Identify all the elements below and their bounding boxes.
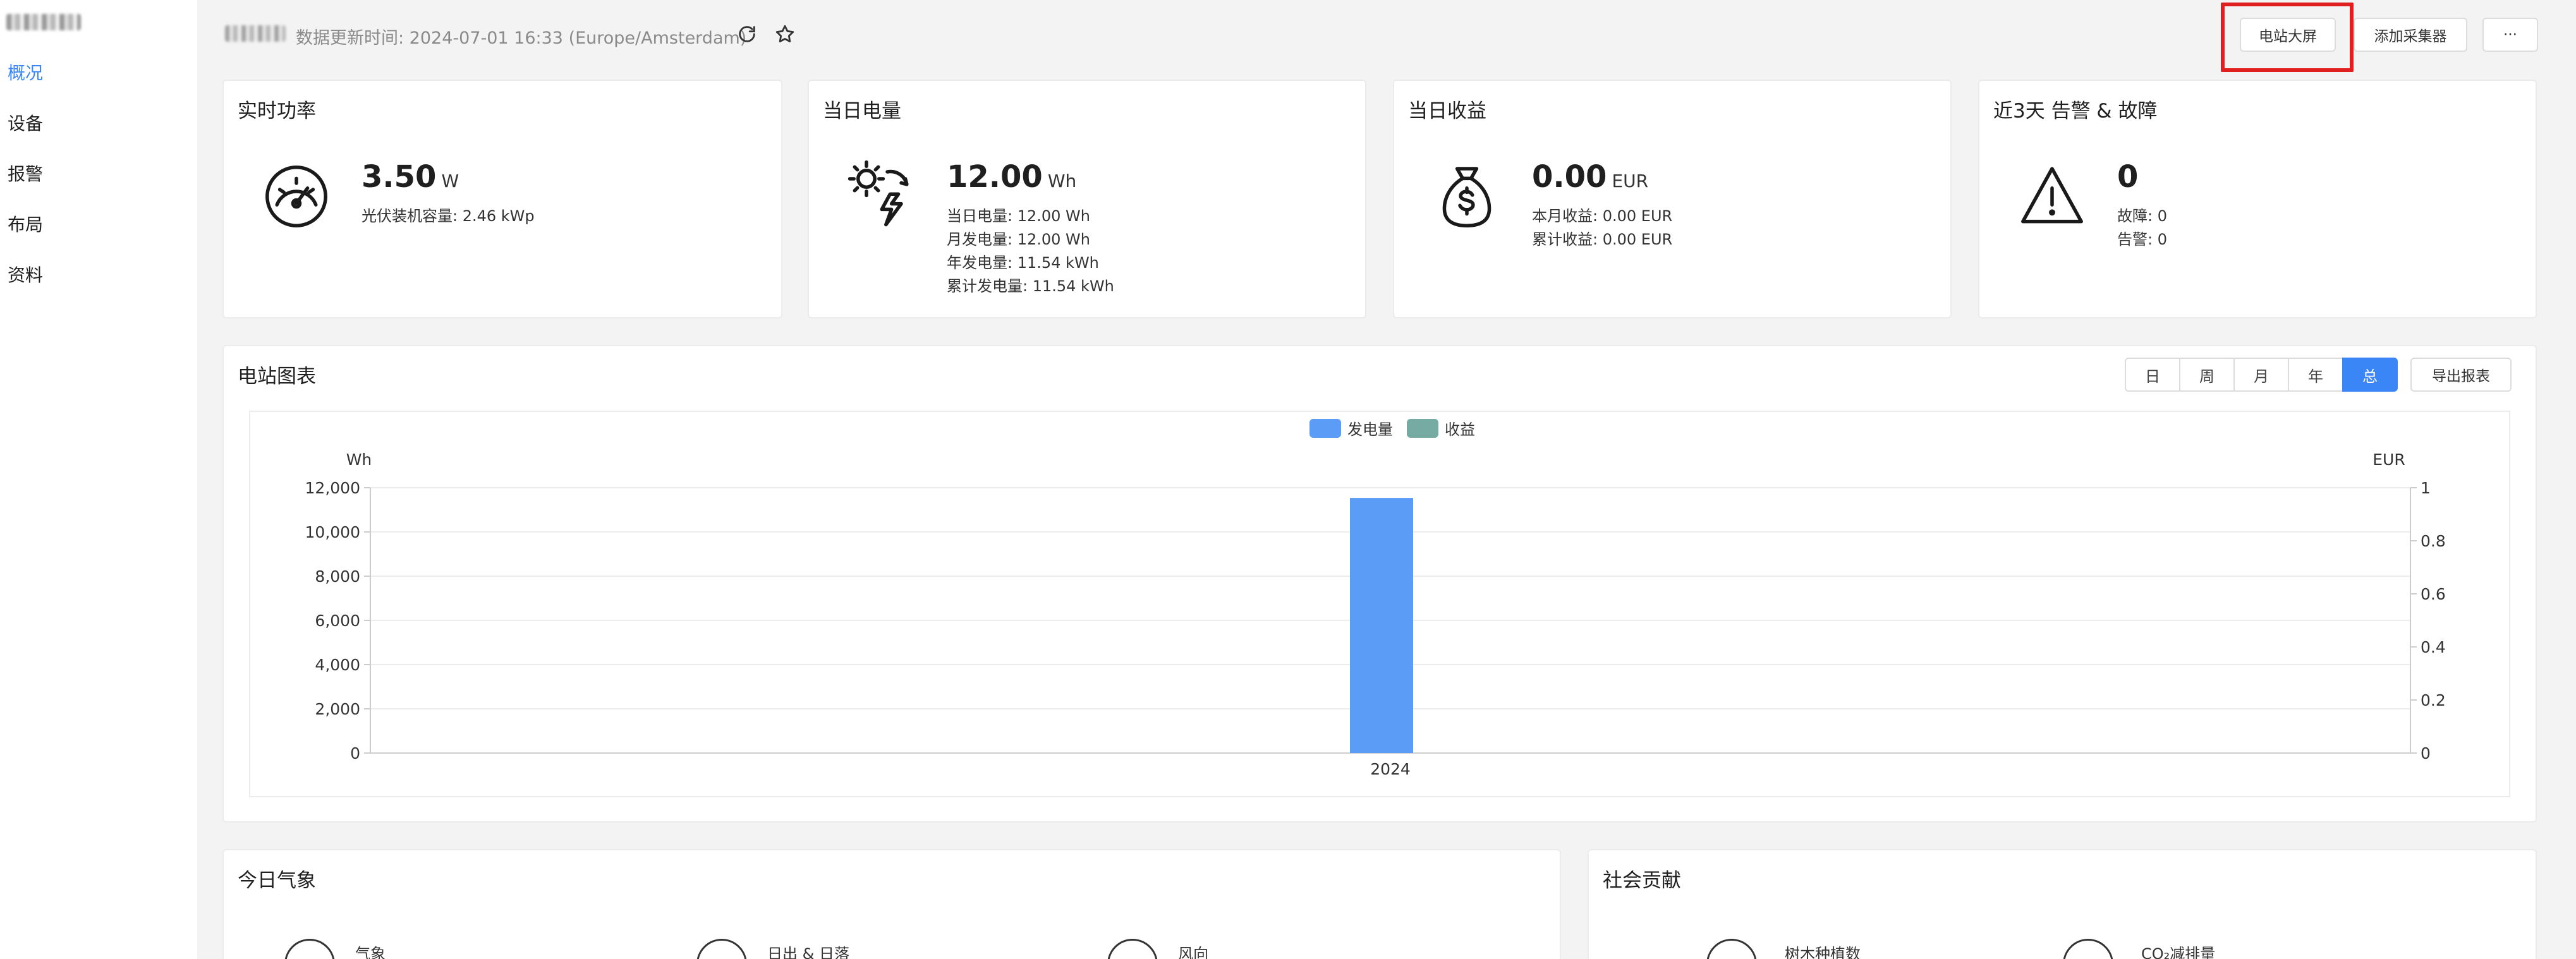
weather-item-wind: 风向 xyxy=(1178,945,1208,959)
warning-icon xyxy=(2021,167,2083,224)
legend-income[interactable]: 收益 xyxy=(1407,417,1475,439)
power-value: 3.50 W xyxy=(361,159,459,195)
social-card: 社会贡献 树木种植数 CO₂减排量 xyxy=(1588,849,2537,959)
power-unit: W xyxy=(441,171,459,191)
co2-icon xyxy=(2063,939,2113,959)
monthly-energy-line: 月发电量: 12.00 Wh xyxy=(947,231,1090,248)
star-icon[interactable] xyxy=(772,21,798,47)
income-value: 0.00 EUR xyxy=(1532,159,1648,195)
fault-count-line: 故障: 0 xyxy=(2117,207,2167,225)
legend-energy-label: 发电量 xyxy=(1347,421,1393,438)
capacity-line: 光伏装机容量: 2.46 kWp xyxy=(361,207,535,225)
alarms-card: 近3天 告警 & 故障 0 故障: 0 告警: 0 xyxy=(1978,80,2537,318)
power-card-title: 实时功率 xyxy=(238,100,316,123)
energy-value: 12.00 Wh xyxy=(947,159,1076,195)
tab-day[interactable]: 日 xyxy=(2125,358,2180,392)
plant-name-blurred xyxy=(225,25,286,42)
alarms-value: 0 xyxy=(2117,159,2138,195)
weather-card: 今日气象 气象 日出 & 日落 风向 xyxy=(222,849,1561,959)
legend-income-swatch xyxy=(1407,418,1438,438)
refresh-icon[interactable] xyxy=(734,21,760,47)
total-income-line: 累计收益: 0.00 EUR xyxy=(1532,231,1673,248)
energy-card-title: 当日电量 xyxy=(823,100,901,123)
social-item-co2: CO₂减排量 xyxy=(2141,945,2216,959)
sidebar-item-overview[interactable]: 概况 xyxy=(8,59,43,85)
yearly-energy-line: 年发电量: 11.54 kWh xyxy=(947,254,1099,272)
weather-item-condition: 气象 xyxy=(355,945,386,959)
weather-card-title: 今日气象 xyxy=(238,869,316,892)
sidebar-item-layout[interactable]: 布局 xyxy=(8,211,43,236)
power-card: 实时功率 3.50 W 光伏装机容量: 2.46 kWp xyxy=(222,80,782,318)
more-button[interactable]: ··· xyxy=(2482,18,2538,52)
sidebar-item-alarms[interactable]: 报警 xyxy=(8,160,43,186)
highlight-annotation-box xyxy=(2221,3,2354,72)
daily-energy-line: 当日电量: 12.00 Wh xyxy=(947,207,1090,225)
money-bag-icon xyxy=(1442,167,1492,227)
sunrise-icon xyxy=(696,939,747,959)
add-collector-button[interactable]: 添加采集器 xyxy=(2354,18,2467,52)
weather-icon xyxy=(284,939,335,959)
income-card: 当日收益 0.00 EUR 本月收益: 0.00 EUR 累计收益: 0.00 E… xyxy=(1393,80,1952,318)
total-energy-line: 累计发电量: 11.54 kWh xyxy=(947,277,1114,295)
social-item-trees: 树木种植数 xyxy=(1785,945,1861,959)
sidebar-item-devices[interactable]: 设备 xyxy=(8,110,43,135)
energy-card: 当日电量 12.00 Wh 当日电量: 12.00 Wh 月发电量: 12.00 … xyxy=(808,80,1366,318)
income-card-title: 当日收益 xyxy=(1408,100,1486,123)
tree-icon xyxy=(1706,939,1757,959)
alarm-count-line: 告警: 0 xyxy=(2117,231,2167,248)
wind-icon xyxy=(1107,939,1158,959)
alarms-card-title: 近3天 告警 & 故障 xyxy=(1993,100,2158,123)
power-number: 3.50 xyxy=(361,159,437,195)
energy-number: 12.00 xyxy=(947,159,1043,195)
income-number: 0.00 xyxy=(1532,159,1607,195)
sidebar-item-info[interactable]: 资料 xyxy=(8,262,43,287)
legend-energy-swatch xyxy=(1309,418,1341,438)
sidebar: 概况 设备 报警 布局 资料 xyxy=(0,0,197,959)
export-report-button[interactable]: 导出报表 xyxy=(2410,358,2512,392)
tab-total[interactable]: 总 xyxy=(2342,358,2398,392)
chart-frame xyxy=(249,411,2510,797)
solar-energy-icon xyxy=(848,160,909,227)
gauge-icon xyxy=(265,166,327,227)
energy-unit: Wh xyxy=(1047,171,1077,191)
tab-year[interactable]: 年 xyxy=(2288,358,2343,392)
alarms-number: 0 xyxy=(2117,159,2139,195)
social-card-title: 社会贡献 xyxy=(1603,869,1681,892)
monthly-income-line: 本月收益: 0.00 EUR xyxy=(1532,207,1673,225)
legend-energy[interactable]: 发电量 xyxy=(1309,417,1393,439)
weather-item-sun: 日出 & 日落 xyxy=(767,945,849,959)
site-name-blurred xyxy=(6,11,82,33)
tab-week[interactable]: 周 xyxy=(2179,358,2235,392)
tab-month[interactable]: 月 xyxy=(2233,358,2289,392)
chart-card-title: 电站图表 xyxy=(238,365,316,388)
income-unit: EUR xyxy=(1612,171,1649,191)
legend-income-label: 收益 xyxy=(1445,421,1475,438)
data-update-time: 数据更新时间: 2024-07-01 16:33 (Europe/Amsterd… xyxy=(296,28,747,48)
